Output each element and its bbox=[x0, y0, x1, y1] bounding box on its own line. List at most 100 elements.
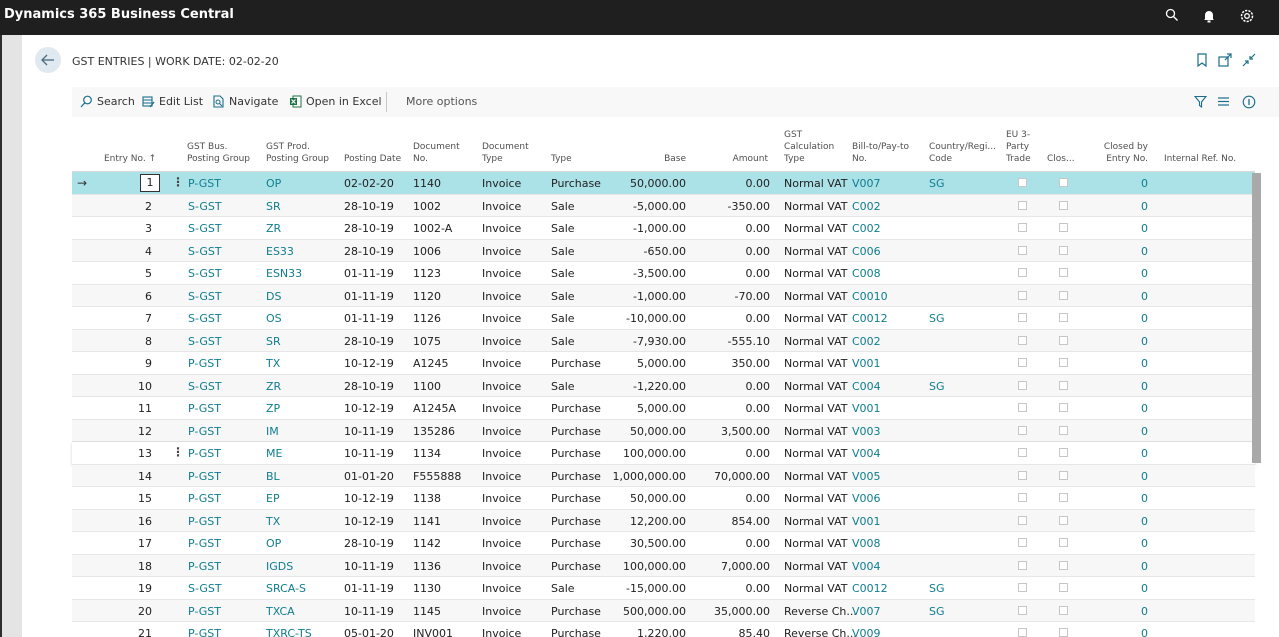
eu-3-party-trade-checkbox[interactable] bbox=[1018, 560, 1027, 570]
row-actions-icon[interactable]: ⋮ bbox=[172, 445, 184, 459]
table-row[interactable]: 20 P-GST TXCA 10-11-19 1145 Invoice Purchase 50… bbox=[72, 599, 1255, 622]
col-gst-calculation-type[interactable]: GST Calculation Type bbox=[784, 129, 834, 165]
cell-closed-by-entry-no[interactable]: 0 bbox=[1112, 447, 1148, 460]
closed-checkbox[interactable] bbox=[1059, 178, 1068, 187]
table-row[interactable]: 15 P-GST EP 10-12-19 1138 Invoice Purchase 50,0… bbox=[72, 487, 1255, 510]
closed-checkbox[interactable] bbox=[1059, 538, 1068, 547]
eu-3-party-trade-checkbox[interactable] bbox=[1018, 470, 1027, 480]
cell-closed-by-entry-no[interactable]: 0 bbox=[1112, 492, 1148, 505]
cell-bill-to-pay-to-no[interactable]: V001 bbox=[852, 357, 881, 370]
cell-bill-to-pay-to-no[interactable]: C0012 bbox=[852, 312, 888, 325]
eu-3-party-trade-checkbox[interactable] bbox=[1018, 605, 1027, 615]
cell-bill-to-pay-to-no[interactable]: C008 bbox=[852, 267, 881, 280]
cell-gst-prod-posting-group[interactable]: ZR bbox=[266, 380, 281, 393]
col-document-no[interactable]: Document No. bbox=[413, 141, 460, 165]
table-row[interactable]: 16 P-GST TX 10-12-19 1141 Invoice Purchase 12,2… bbox=[72, 509, 1255, 532]
col-document-type[interactable]: Document Type bbox=[482, 141, 529, 165]
col-eu-3-party-trade[interactable]: EU 3- Party Trade bbox=[1006, 129, 1031, 165]
row-actions-icon[interactable]: ⋮ bbox=[172, 175, 184, 189]
cell-gst-prod-posting-group[interactable]: OP bbox=[266, 177, 281, 190]
eu-3-party-trade-checkbox[interactable] bbox=[1018, 628, 1027, 637]
search-icon[interactable] bbox=[1165, 8, 1183, 26]
cell-country-region-code[interactable]: SG bbox=[929, 312, 945, 325]
closed-checkbox[interactable] bbox=[1059, 313, 1068, 322]
eu-3-party-trade-checkbox[interactable] bbox=[1018, 290, 1027, 300]
eu-3-party-trade-checkbox[interactable] bbox=[1018, 268, 1027, 277]
cell-gst-prod-posting-group[interactable]: ES33 bbox=[266, 245, 294, 258]
cell-gst-bus-posting-group[interactable]: P-GST bbox=[188, 447, 221, 460]
cell-bill-to-pay-to-no[interactable]: V001 bbox=[852, 515, 881, 528]
cell-closed-by-entry-no[interactable]: 0 bbox=[1112, 245, 1148, 258]
closed-checkbox[interactable] bbox=[1059, 628, 1068, 637]
eu-3-party-trade-checkbox[interactable] bbox=[1018, 448, 1027, 457]
cell-bill-to-pay-to-no[interactable]: V004 bbox=[852, 560, 881, 573]
cell-country-region-code[interactable]: SG bbox=[929, 177, 945, 190]
cell-bill-to-pay-to-no[interactable]: V008 bbox=[852, 537, 881, 550]
table-row[interactable]: → ⋮ 1 P-GST OP 02-02-20 1140 Invoice Purchase 50,… bbox=[72, 172, 1255, 195]
cell-closed-by-entry-no[interactable]: 0 bbox=[1112, 357, 1148, 370]
cell-closed-by-entry-no[interactable]: 0 bbox=[1112, 560, 1148, 573]
cell-entry-no[interactable]: 20 bbox=[122, 605, 152, 618]
eu-3-party-trade-checkbox[interactable] bbox=[1018, 403, 1027, 412]
table-row[interactable]: 11 P-GST ZP 10-12-19 A1245A Invoice Purchase 5,… bbox=[72, 397, 1255, 420]
cell-gst-prod-posting-group[interactable]: ZP bbox=[266, 402, 280, 415]
cell-gst-prod-posting-group[interactable]: SRCA-S bbox=[266, 582, 306, 595]
edit-list-button[interactable]: Edit List bbox=[142, 95, 203, 108]
cell-entry-no[interactable]: 19 bbox=[122, 582, 152, 595]
cell-bill-to-pay-to-no[interactable]: C0010 bbox=[852, 290, 888, 303]
cell-gst-bus-posting-group[interactable]: S-GST bbox=[188, 380, 222, 393]
eu-3-party-trade-checkbox[interactable] bbox=[1018, 335, 1027, 345]
cell-closed-by-entry-no[interactable]: 0 bbox=[1112, 402, 1148, 415]
eu-3-party-trade-checkbox[interactable] bbox=[1018, 178, 1027, 187]
closed-checkbox[interactable] bbox=[1059, 358, 1068, 367]
col-gst-bus-posting-group[interactable]: GST Bus. Posting Group bbox=[187, 141, 250, 165]
cell-entry-no[interactable]: 13 bbox=[122, 447, 152, 460]
cell-entry-no[interactable]: 10 bbox=[122, 380, 152, 393]
search-button[interactable]: Search bbox=[80, 95, 135, 108]
cell-entry-no[interactable]: 7 bbox=[122, 312, 152, 325]
cell-entry-no[interactable]: 2 bbox=[122, 200, 152, 213]
filter-icon[interactable] bbox=[1193, 95, 1208, 109]
col-base[interactable]: Base bbox=[636, 153, 686, 165]
cell-gst-prod-posting-group[interactable]: ME bbox=[266, 447, 282, 460]
col-country-region-code[interactable]: Country/Regi... Code bbox=[929, 141, 996, 165]
closed-checkbox[interactable] bbox=[1059, 583, 1068, 592]
table-row[interactable]: 7 S-GST OS 01-11-19 1126 Invoice Sale -10,000.0… bbox=[72, 307, 1255, 330]
cell-gst-prod-posting-group[interactable]: IM bbox=[266, 425, 279, 438]
gear-icon[interactable] bbox=[1239, 8, 1257, 26]
closed-checkbox[interactable] bbox=[1059, 380, 1068, 390]
eu-3-party-trade-checkbox[interactable] bbox=[1018, 358, 1027, 367]
more-options-button[interactable]: More options bbox=[406, 95, 477, 108]
table-row[interactable]: 17 P-GST OP 28-10-19 1142 Invoice Purchase 30,5… bbox=[72, 532, 1255, 555]
table-row[interactable]: 12 P-GST IM 10-11-19 135286 Invoice Purchase 50… bbox=[72, 419, 1255, 442]
cell-gst-prod-posting-group[interactable]: IGDS bbox=[266, 560, 293, 573]
cell-country-region-code[interactable]: SG bbox=[929, 380, 945, 393]
cell-entry-no[interactable]: 14 bbox=[122, 470, 152, 483]
cell-closed-by-entry-no[interactable]: 0 bbox=[1112, 515, 1148, 528]
cell-entry-no[interactable]: 17 bbox=[122, 537, 152, 550]
cell-gst-bus-posting-group[interactable]: P-GST bbox=[188, 492, 221, 505]
open-new-window-icon[interactable] bbox=[1218, 53, 1234, 69]
cell-country-region-code[interactable]: SG bbox=[929, 605, 945, 618]
cell-entry-no[interactable]: 18 bbox=[122, 560, 152, 573]
closed-checkbox[interactable] bbox=[1059, 200, 1068, 210]
info-icon[interactable] bbox=[1242, 95, 1256, 109]
cell-closed-by-entry-no[interactable]: 0 bbox=[1112, 605, 1148, 618]
cell-gst-bus-posting-group[interactable]: S-GST bbox=[188, 312, 222, 325]
table-row[interactable]: 18 P-GST IGDS 10-11-19 1136 Invoice Purchase 10… bbox=[72, 554, 1255, 577]
table-row[interactable]: 3 S-GST ZR 28-10-19 1002-A Invoice Sale -1,000.… bbox=[72, 217, 1255, 240]
eu-3-party-trade-checkbox[interactable] bbox=[1018, 313, 1027, 322]
bell-icon[interactable] bbox=[1202, 8, 1220, 26]
eu-3-party-trade-checkbox[interactable] bbox=[1018, 493, 1027, 502]
cell-gst-bus-posting-group[interactable]: P-GST bbox=[188, 177, 221, 190]
eu-3-party-trade-checkbox[interactable] bbox=[1018, 200, 1027, 210]
cell-closed-by-entry-no[interactable]: 0 bbox=[1112, 290, 1148, 303]
cell-entry-no[interactable]: 9 bbox=[122, 357, 152, 370]
closed-checkbox[interactable] bbox=[1059, 605, 1068, 615]
cell-entry-no[interactable]: 4 bbox=[122, 245, 152, 258]
closed-checkbox[interactable] bbox=[1059, 470, 1068, 480]
cell-closed-by-entry-no[interactable]: 0 bbox=[1112, 312, 1148, 325]
col-closed-by-entry-no[interactable]: Closed by Entry No. bbox=[1092, 141, 1148, 165]
cell-closed-by-entry-no[interactable]: 0 bbox=[1112, 470, 1148, 483]
cell-bill-to-pay-to-no[interactable]: V007 bbox=[852, 177, 881, 190]
